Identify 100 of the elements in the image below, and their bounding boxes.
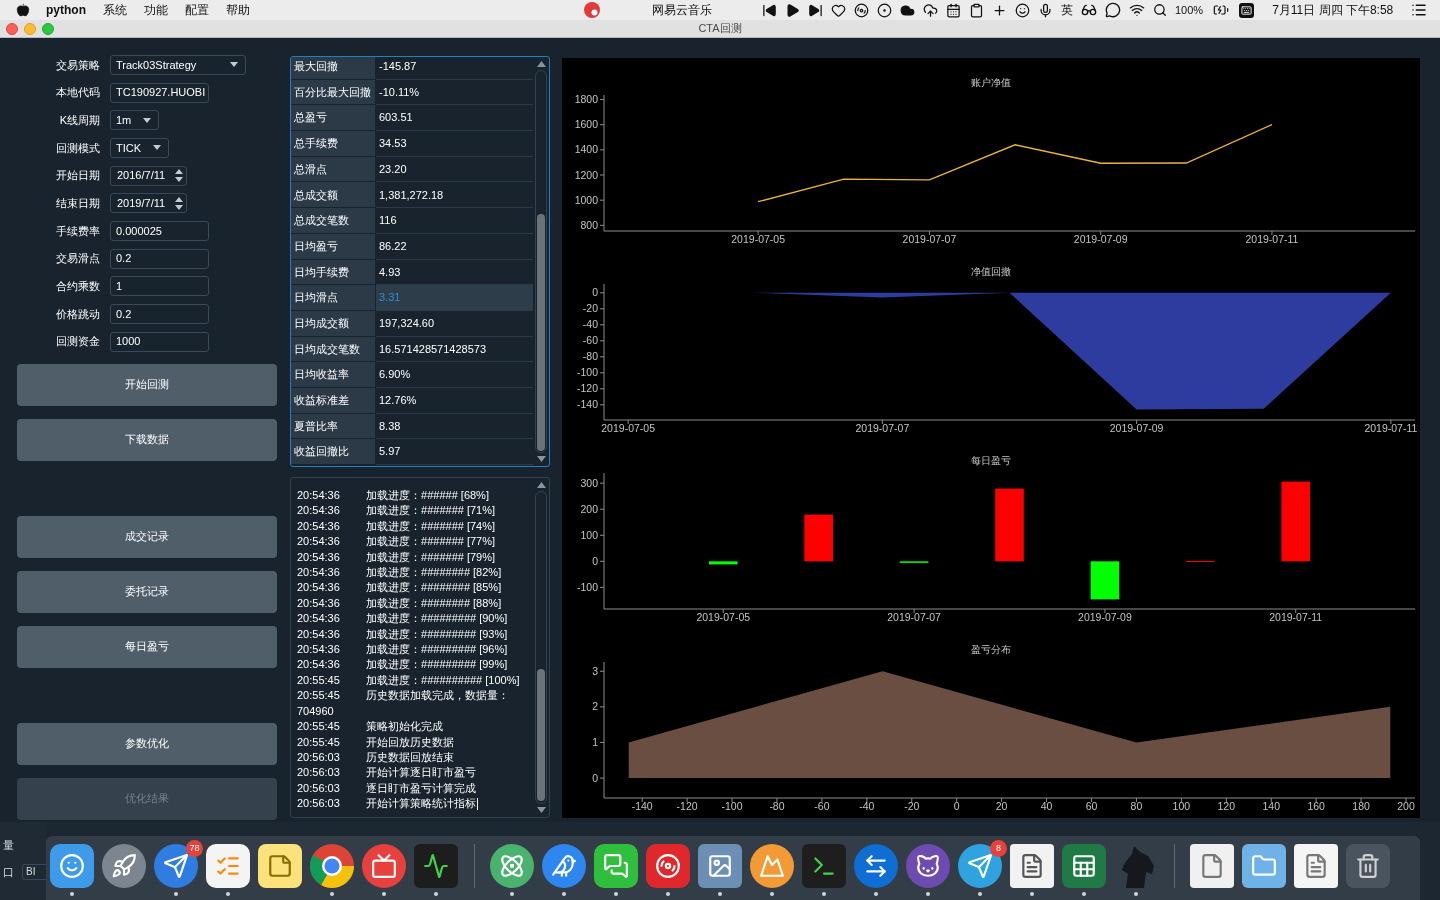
app-menu[interactable]: python [46,1,86,19]
keyboard-tile-icon[interactable] [1239,2,1255,18]
circle-dot-icon[interactable] [877,2,892,18]
axis-tick-label: -20 [904,800,920,812]
next-track-icon[interactable] [808,2,823,18]
axis-tick-label: 2019-07-11 [1364,422,1418,434]
input-method-indicator[interactable]: 英 [1061,1,1073,19]
log-line: 20:54:36 加载进度：####### [77%] [297,534,497,550]
axis-tick-label: -140 [577,398,598,411]
terminal-icon[interactable] [802,844,846,888]
glasses-icon[interactable] [1081,2,1097,18]
menu-item[interactable]: 配置 [185,1,209,19]
scroll-up-arrow-icon[interactable] [536,61,546,67]
action-button[interactable]: 委托记录 [17,570,277,613]
checklist-icon[interactable] [206,844,250,888]
axis-tick-label: 0 [592,554,598,567]
paper-plane-icon[interactable] [154,844,198,888]
rocket-icon[interactable] [102,844,146,888]
menu-item[interactable]: 帮助 [226,1,250,19]
folder-icon[interactable] [1242,844,1286,888]
chat-bubbles-icon[interactable] [594,844,638,888]
notification-icon[interactable] [584,2,600,18]
plus-icon[interactable] [992,2,1007,18]
smile-icon[interactable] [1015,2,1030,18]
table-row-header: 日均盈亏 [291,233,375,260]
cloud-icon[interactable] [900,2,915,18]
spin-arrows-icon[interactable] [175,169,183,183]
scroll-down-arrow-icon[interactable] [536,807,546,813]
play-icon[interactable] [785,2,800,18]
input-field[interactable]: 0.000025 [110,220,209,241]
close-button[interactable] [6,22,18,35]
input-field[interactable]: 1000 [110,331,209,352]
calendar-icon[interactable] [946,2,961,18]
log-line: 20:56:03 逐日盯市盈亏计算完成 [297,780,478,796]
date-spinbox[interactable]: 2016/7/11 [110,165,187,186]
caret-icon [230,62,238,68]
menu-item[interactable]: 功能 [144,1,168,19]
clipboard-icon[interactable] [969,2,984,18]
date-spinbox[interactable]: 2019/7/11 [110,193,187,214]
chat-icon[interactable] [1105,2,1121,18]
bird-icon[interactable] [542,844,586,888]
action-button[interactable]: 参数优化 [17,722,277,765]
log-line: 20:55:45 开始回放历史数据 [297,734,456,750]
notification-badge: 78 [186,840,203,857]
action-button[interactable]: 成交记录 [17,515,277,558]
scrollbar-thumb[interactable] [537,669,545,801]
input-field[interactable]: 0.2 [110,304,209,325]
wifi-icon[interactable] [1129,2,1145,18]
previous-track-icon[interactable] [762,2,777,18]
dropdown[interactable]: 1m [110,110,160,131]
log-line: 20:55:45 加载进度：########## [100%] [297,672,521,688]
heart-icon[interactable] [831,2,846,18]
menu-bar-clock[interactable]: 7月11日 周四 下午8:58 [1272,1,1394,19]
field-label: 交易滑点 [55,251,100,267]
notepad-icon[interactable] [258,844,302,888]
document-icon[interactable] [1190,844,1234,888]
trash-icon[interactable] [1346,844,1390,888]
list-icon[interactable] [1411,2,1428,18]
log-line: 20:54:36 加载进度：####### [74%] [297,518,497,534]
smile-tile-icon[interactable] [50,844,94,888]
axis-tick-label: -60 [814,800,830,812]
cat-icon[interactable] [906,844,950,888]
document-icon[interactable] [1294,844,1338,888]
table-row-header: 日均成交额 [291,310,375,337]
document-pen-icon[interactable] [1010,844,1054,888]
scroll-up-arrow-icon[interactable] [536,482,546,488]
caret-icon [153,145,162,151]
dropdown[interactable]: TICK [110,137,170,158]
axis-tick-label: 3 [592,664,598,677]
microphone-icon[interactable] [1038,2,1053,18]
axis-tick-label: 20 [995,800,1008,812]
axis-tick-label: 0 [592,286,598,299]
disc-icon[interactable] [854,2,869,18]
table-row-header: 日均手续费 [291,259,375,286]
tv-icon[interactable] [362,844,406,888]
dropdown[interactable]: Track03Strategy [110,54,246,75]
action-button[interactable]: 每日盈亏 [17,625,277,668]
input-field[interactable]: 1 [110,276,209,297]
cloud-upload-icon[interactable] [923,2,938,18]
scroll-down-arrow-icon[interactable] [536,456,546,462]
window-title: CTA回测 [698,21,742,37]
paper-plane-icon[interactable] [958,844,1002,888]
input-field[interactable]: 0.2 [110,248,209,269]
action-button[interactable]: 开始回测 [17,363,277,406]
log-line: 20:56:03 开始计算策略统计指标 [297,797,477,810]
tricolor-ring-icon[interactable] [310,844,354,888]
menu-item[interactable]: 系统 [103,1,127,19]
action-button[interactable]: 下载数据 [17,418,277,461]
spin-arrows-icon[interactable] [175,196,183,210]
scrollbar-thumb[interactable] [537,214,545,451]
mountain-icon[interactable] [750,844,794,888]
table-row-header: 日均成交笔数 [291,336,375,363]
input-field[interactable]: TC190927.HUOBI [110,82,209,103]
log-line: 20:56:03 开始计算逐日盯市盈亏 [297,765,478,781]
apple-icon[interactable] [16,3,30,17]
atom-icon[interactable] [490,844,534,888]
field-label: K线周期 [58,112,100,128]
picture-icon[interactable] [698,844,742,888]
spreadsheet-icon[interactable] [1062,844,1106,888]
search-icon[interactable] [1153,3,1167,17]
